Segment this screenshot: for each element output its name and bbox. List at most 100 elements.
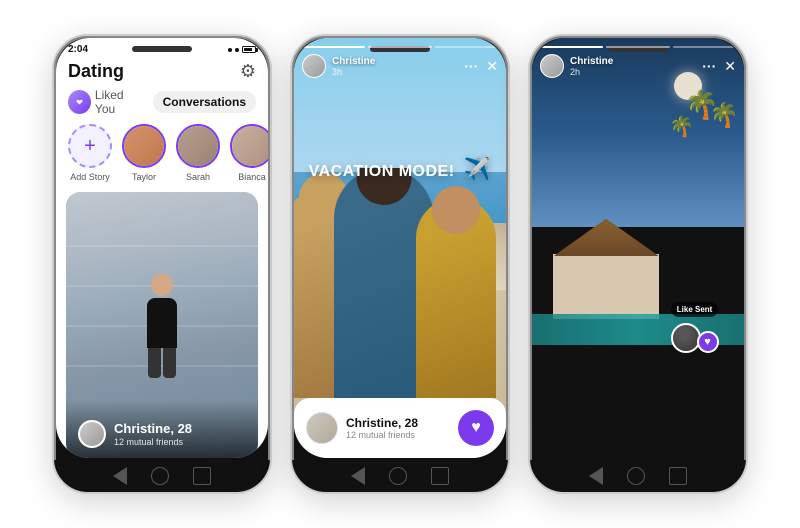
like-button-2[interactable]: ♥	[458, 410, 494, 446]
battery-icon	[242, 46, 256, 53]
bianca-photo	[232, 126, 268, 166]
like-heart-icon: ♥	[697, 331, 719, 353]
taylor-avatar	[122, 124, 166, 168]
story-bottom-info-2: Christine, 28 12 mutual friends	[306, 412, 418, 444]
vacation-label: VACATION MODE!	[309, 163, 455, 180]
progress-bar-3-3	[673, 46, 736, 48]
story-item-bianca[interactable]: Bianca	[230, 124, 268, 182]
sarah-photo	[178, 126, 218, 166]
person-c-body	[416, 198, 496, 398]
resort-bg: 🌴 🌴 🌴	[532, 38, 744, 458]
story-time-3: 2h	[570, 67, 613, 77]
taylor-label: Taylor	[132, 172, 156, 182]
status-icons	[228, 46, 256, 53]
home-button-2[interactable]	[389, 467, 407, 485]
recents-button[interactable]	[193, 467, 211, 485]
story-time-2: 3h	[332, 67, 375, 77]
liked-you-tab[interactable]: ❤ Liked You	[68, 88, 145, 116]
taylor-photo	[124, 126, 164, 166]
resort-roof	[553, 219, 659, 257]
back-button[interactable]	[113, 467, 127, 485]
dating-title: Dating	[68, 61, 124, 82]
person-figure	[147, 274, 177, 378]
progress-bar-2	[368, 46, 431, 48]
profile-card[interactable]: Christine, 28 12 mutual friends	[66, 192, 258, 458]
plus-icon: +	[84, 136, 96, 156]
person-leg-right	[163, 348, 176, 378]
add-story-label: Add Story	[70, 172, 110, 182]
story-header-actions-3: ··· ✕	[702, 58, 736, 75]
sarah-label: Sarah	[186, 172, 210, 182]
phone-1-bottom-bar	[54, 460, 270, 492]
story-bottom-avatar-2	[306, 412, 338, 444]
dating-header: Dating ⚙	[56, 57, 268, 88]
profile-overlay: Christine, 28 12 mutual friends	[66, 400, 258, 458]
phone-2: Christine 3h ··· ✕ VACATION MODE! ✈️	[290, 34, 510, 494]
liked-you-label: Liked You	[95, 88, 145, 116]
story-item-add[interactable]: + Add Story	[68, 124, 112, 182]
story-user-avatar-2	[302, 54, 326, 78]
back-button-3[interactable]	[589, 467, 603, 485]
story-bottom-card-2: Christine, 28 12 mutual friends ♥	[294, 398, 506, 458]
like-sent-label: Like Sent	[671, 302, 719, 317]
story-username-2: Christine	[332, 56, 375, 67]
beach-photo	[294, 38, 506, 458]
phone-2-screen: Christine 3h ··· ✕ VACATION MODE! ✈️	[294, 38, 506, 458]
resort-wall	[553, 254, 659, 320]
phone-1-screen: 2:04 Dating ⚙ ❤ Liked You	[56, 38, 268, 458]
story-bg-2	[294, 38, 506, 458]
recents-button-3[interactable]	[669, 467, 687, 485]
conversations-tab[interactable]: Conversations	[153, 91, 256, 113]
sarah-avatar	[176, 124, 220, 168]
progress-bars	[302, 46, 498, 48]
story-bottom-name-2: Christine, 28	[346, 416, 418, 430]
story-user-info-2: Christine 3h	[302, 54, 375, 78]
story-user-avatar-3	[540, 54, 564, 78]
story-item-sarah[interactable]: Sarah	[176, 124, 220, 182]
phone-3-bottom-bar	[530, 460, 746, 492]
phone-1: 2:04 Dating ⚙ ❤ Liked You	[52, 34, 272, 494]
person-head	[151, 274, 173, 296]
more-options-button-3[interactable]: ···	[702, 58, 716, 74]
signal-icon	[228, 48, 232, 52]
like-sent-bubble: Like Sent ♥	[671, 302, 719, 353]
story-user-text-2: Christine 3h	[332, 56, 375, 77]
like-avatar-person	[671, 323, 701, 353]
liked-avatar: ❤	[68, 90, 91, 114]
close-story-button-3[interactable]: ✕	[724, 58, 736, 75]
resort-structure	[532, 143, 744, 395]
person-legs	[147, 348, 177, 378]
progress-bar-3-2	[606, 46, 669, 48]
phone-2-frame: Christine 3h ··· ✕ VACATION MODE! ✈️	[290, 34, 510, 494]
phone-2-bottom-bar	[292, 460, 508, 492]
gear-icon[interactable]: ⚙	[240, 61, 256, 82]
recents-button-2[interactable]	[431, 467, 449, 485]
story-username-3: Christine	[570, 56, 613, 67]
add-story-avatar: +	[68, 124, 112, 168]
profile-mutual: 12 mutual friends	[114, 437, 192, 447]
palm-tree-3: 🌴	[669, 114, 694, 139]
story-bottom-mutual-2: 12 mutual friends	[346, 430, 418, 440]
more-options-button[interactable]: ···	[464, 58, 478, 74]
status-bar-1: 2:04	[56, 38, 268, 57]
home-button[interactable]	[151, 467, 169, 485]
progress-bars-3	[540, 46, 736, 48]
wifi-icon	[235, 48, 239, 52]
person-leg-left	[148, 348, 161, 378]
person-c-head	[432, 186, 480, 234]
progress-bar-3	[435, 46, 498, 48]
home-button-3[interactable]	[627, 467, 645, 485]
story-item-taylor[interactable]: Taylor	[122, 124, 166, 182]
plane-emoji: ✈️	[464, 156, 492, 181]
phone-3: 🌴 🌴 🌴 Christine	[528, 34, 748, 494]
phone-3-screen: 🌴 🌴 🌴 Christine	[532, 38, 744, 458]
back-button-2[interactable]	[351, 467, 365, 485]
story-user-info-3: Christine 2h	[540, 54, 613, 78]
tab-bar: ❤ Liked You Conversations	[56, 88, 268, 124]
story-header-3: Christine 2h ··· ✕	[540, 54, 736, 78]
close-story-button[interactable]: ✕	[486, 58, 498, 75]
story-bottom-text-2: Christine, 28 12 mutual friends	[346, 416, 418, 440]
story-header-2: Christine 3h ··· ✕	[302, 54, 498, 78]
profile-text: Christine, 28 12 mutual friends	[114, 421, 192, 447]
progress-bar-1	[302, 46, 365, 48]
